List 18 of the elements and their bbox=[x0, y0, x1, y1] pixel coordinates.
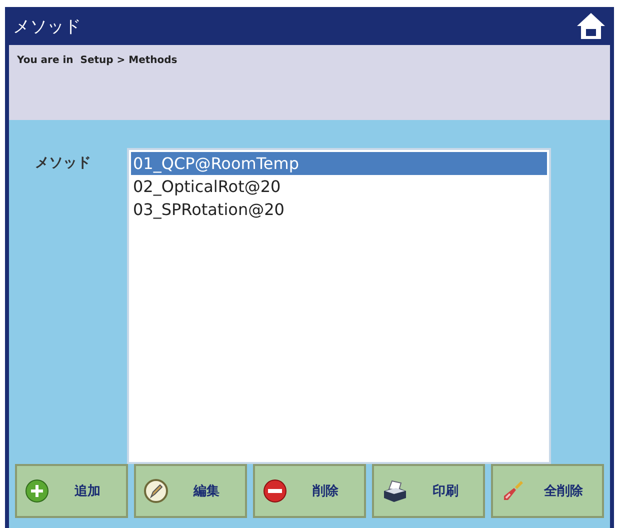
method-item[interactable]: 03_SPRotation@20 bbox=[131, 198, 547, 221]
method-list[interactable]: 01_QCP@RoomTemp 02_OpticalRot@20 03_SPRotation@20 bbox=[127, 148, 551, 464]
window-title: メソッド bbox=[13, 16, 81, 38]
brush-icon bbox=[501, 479, 525, 503]
pencil-icon bbox=[144, 479, 168, 503]
edit-button[interactable]: 編集 bbox=[134, 464, 247, 518]
home-icon[interactable] bbox=[576, 12, 606, 40]
print-button[interactable]: 印刷 bbox=[372, 464, 485, 518]
add-button[interactable]: 追加 bbox=[15, 464, 128, 518]
method-item[interactable]: 02_OpticalRot@20 bbox=[131, 175, 547, 198]
delete-button[interactable]: 削除 bbox=[253, 464, 366, 518]
breadcrumb: You are in Setup > Methods bbox=[16, 54, 178, 68]
plus-icon bbox=[25, 479, 49, 503]
printer-icon bbox=[382, 479, 408, 503]
method-item[interactable]: 01_QCP@RoomTemp bbox=[131, 152, 547, 175]
clear-button[interactable]: 全削除 bbox=[491, 464, 604, 518]
minus-icon bbox=[263, 479, 287, 503]
method-label: メソッド bbox=[35, 154, 92, 172]
